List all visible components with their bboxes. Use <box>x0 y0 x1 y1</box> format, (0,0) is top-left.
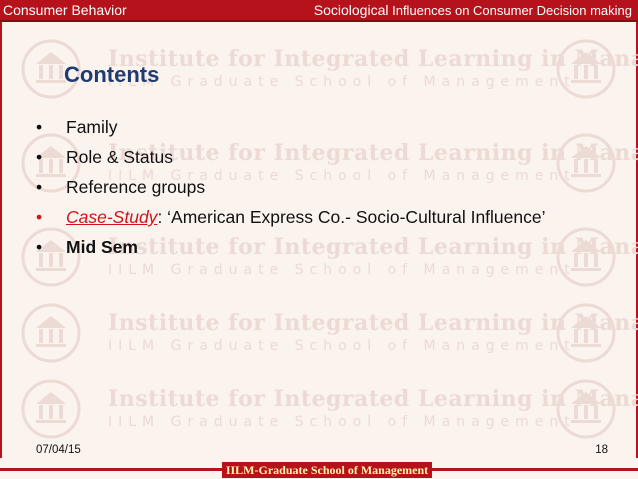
bullet-icon: • <box>36 237 43 257</box>
watermark-title: Institute for Integrated Learning in Man… <box>108 310 638 336</box>
list-item-text: : ‘American Express Co.- Socio-Cultural … <box>157 207 546 227</box>
watermark-row: Institute for Integrated Learning in Man… <box>0 300 638 370</box>
list-item-text: Family <box>66 117 118 137</box>
header-bar: Consumer Behavior Sociological Influence… <box>0 0 638 20</box>
list-item-text: Mid Sem <box>66 237 138 257</box>
list-item: • Role & Status <box>36 147 596 168</box>
topic-title: Sociological Influences on Consumer Deci… <box>314 0 632 21</box>
bullet-icon: • <box>36 147 43 167</box>
list-item-text: Reference groups <box>66 177 206 197</box>
institute-emblem-icon <box>556 303 616 363</box>
list-item: • Case-Study: ‘American Express Co.- Soc… <box>36 207 596 228</box>
institute-emblem-icon <box>556 379 616 439</box>
watermark-row: Institute for Integrated Learning in Man… <box>0 376 638 446</box>
institute-emblem-icon <box>556 39 616 99</box>
topic-title-rest: Influences on Consumer Decision making <box>388 3 632 18</box>
watermark-title: Institute for Integrated Learning in Man… <box>108 46 638 72</box>
bullet-icon: • <box>36 177 43 197</box>
bullet-icon: • <box>36 207 43 227</box>
watermark-subtitle: IILM Graduate School of Management <box>108 74 576 90</box>
topic-title-main: Sociological <box>313 2 389 18</box>
list-item: • Family <box>36 117 596 138</box>
case-study-link[interactable]: Case-Study <box>66 207 157 227</box>
slide: Consumer Behavior Sociological Influence… <box>0 0 638 479</box>
left-border <box>0 22 2 458</box>
footer: IILM-Graduate School of Management <box>0 458 638 479</box>
watermark-subtitle: IILM Graduate School of Management <box>108 414 576 430</box>
institute-emblem-icon <box>21 303 81 363</box>
watermark-subtitle: IILM Graduate School of Management <box>108 338 576 354</box>
bullet-icon: • <box>36 117 43 137</box>
contents-list: • Family • Role & Status • Reference gro… <box>36 117 596 267</box>
list-item-text: Role & Status <box>66 147 173 167</box>
watermark-title: Institute for Integrated Learning in Man… <box>108 386 638 412</box>
course-title: Consumer Behavior <box>3 2 127 18</box>
header-divider <box>0 20 638 22</box>
slide-title: Contents <box>64 62 160 87</box>
institution-name: IILM-Graduate School of Management <box>222 462 432 478</box>
list-item: • Mid Sem <box>36 237 596 258</box>
list-item: • Reference groups <box>36 177 596 198</box>
slide-date: 07/04/15 <box>36 444 81 456</box>
institute-emblem-icon <box>21 379 81 439</box>
page-number: 18 <box>595 444 608 456</box>
